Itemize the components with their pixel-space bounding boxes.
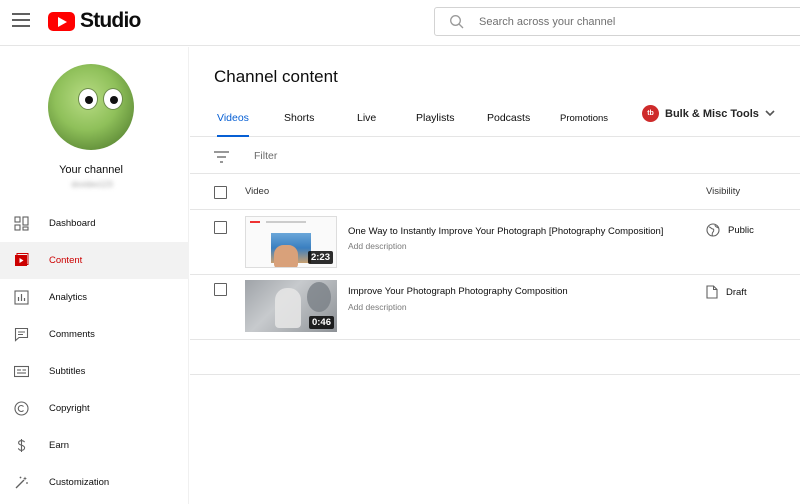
sidebar-item-subtitles[interactable]: Subtitles xyxy=(0,353,189,390)
channel-handle: dovideo123 xyxy=(71,180,113,189)
filter-bar: Filter xyxy=(190,138,800,174)
dashboard-icon xyxy=(13,216,29,232)
bulk-tools-label: Bulk & Misc Tools xyxy=(665,107,759,120)
thumbnail-figure xyxy=(275,288,301,328)
sidebar-item-comments[interactable]: Comments xyxy=(0,316,189,353)
video-thumbnail[interactable]: 0:46 xyxy=(245,280,337,332)
video-title[interactable]: One Way to Instantly Improve Your Photog… xyxy=(348,226,680,237)
sidebar-item-label: Content xyxy=(49,255,83,266)
menu-icon[interactable] xyxy=(12,13,30,27)
tab-shorts[interactable]: Shorts xyxy=(284,112,314,137)
comments-icon xyxy=(13,327,29,343)
row-checkbox[interactable] xyxy=(214,221,227,234)
sidebar-item-label: Customization xyxy=(49,477,110,488)
sidebar-item-label: Copyright xyxy=(49,403,90,414)
row-checkbox[interactable] xyxy=(214,283,227,296)
filter-input[interactable]: Filter xyxy=(254,150,277,162)
tab-promotions[interactable]: Promotions xyxy=(560,113,608,138)
youtube-play-icon xyxy=(48,11,75,31)
thumbnail-hand xyxy=(274,245,298,267)
tab-live[interactable]: Live xyxy=(357,112,376,137)
column-header-video: Video xyxy=(245,186,270,197)
main-content: Channel content Videos Shorts Live Playl… xyxy=(190,47,800,504)
thumbnail-detail xyxy=(250,221,260,223)
video-description[interactable]: Add description xyxy=(348,302,407,312)
visibility-status[interactable]: Public xyxy=(706,223,754,237)
table-header: Video Visibility xyxy=(190,174,800,210)
customization-icon xyxy=(13,475,29,491)
sidebar-item-earn[interactable]: Earn xyxy=(0,427,189,464)
sidebar-nav: Dashboard Content Analytics Comments Sub… xyxy=(0,205,189,501)
sidebar-item-label: Analytics xyxy=(49,292,88,303)
copyright-icon xyxy=(13,401,29,417)
sidebar-item-label: Subtitles xyxy=(49,366,86,377)
video-thumbnail[interactable]: 2:23 xyxy=(245,216,337,268)
channel-label: Your channel xyxy=(59,164,123,176)
content-icon xyxy=(13,253,29,269)
sidebar-item-label: Dashboard xyxy=(49,218,96,229)
tubebuddy-icon: tb xyxy=(642,105,659,122)
earn-icon xyxy=(13,438,29,454)
table-row[interactable]: 2:23 One Way to Instantly Improve Your P… xyxy=(190,210,800,275)
sidebar-item-customization[interactable]: Customization xyxy=(0,464,189,501)
sidebar: Your channel dovideo123 Dashboard Conten… xyxy=(0,47,189,504)
thumbnail-detail xyxy=(307,282,331,312)
search-box[interactable] xyxy=(434,7,800,36)
filter-icon[interactable] xyxy=(214,151,229,163)
page-title: Channel content xyxy=(214,67,338,86)
top-bar: Studio xyxy=(0,0,800,46)
avatar-eye-right xyxy=(103,88,123,110)
sidebar-item-dashboard[interactable]: Dashboard xyxy=(0,205,189,242)
sidebar-item-analytics[interactable]: Analytics xyxy=(0,279,189,316)
video-description[interactable]: Add description xyxy=(348,241,407,251)
subtitles-icon xyxy=(13,364,29,380)
select-all-checkbox[interactable] xyxy=(214,186,227,199)
table-footer xyxy=(190,339,800,375)
table-row[interactable]: 0:46 Improve Your Photograph Photography… xyxy=(190,275,800,340)
draft-icon xyxy=(706,285,718,299)
tab-podcasts[interactable]: Podcasts xyxy=(487,112,530,137)
bulk-tools-button[interactable]: tb Bulk & Misc Tools xyxy=(642,105,775,122)
tab-playlists[interactable]: Playlists xyxy=(416,112,455,137)
visibility-label: Draft xyxy=(726,286,747,298)
studio-logo[interactable]: Studio xyxy=(48,9,141,33)
logo-text: Studio xyxy=(80,9,141,32)
visibility-status[interactable]: Draft xyxy=(706,285,747,299)
visibility-label: Public xyxy=(728,224,754,236)
globe-icon xyxy=(706,223,720,237)
analytics-icon xyxy=(13,290,29,306)
sidebar-item-content[interactable]: Content xyxy=(0,242,189,279)
column-header-visibility[interactable]: Visibility xyxy=(706,186,740,197)
sidebar-item-copyright[interactable]: Copyright xyxy=(0,390,189,427)
search-icon xyxy=(450,14,464,28)
chevron-down-icon xyxy=(765,110,775,117)
video-duration: 0:46 xyxy=(308,316,334,329)
video-title[interactable]: Improve Your Photograph Photography Comp… xyxy=(348,286,680,297)
sidebar-item-label: Comments xyxy=(49,329,95,340)
tab-videos[interactable]: Videos xyxy=(217,112,249,137)
sidebar-item-label: Earn xyxy=(49,440,70,451)
avatar-eye-left xyxy=(78,88,98,110)
thumbnail-detail xyxy=(266,221,306,223)
channel-avatar[interactable] xyxy=(48,64,134,150)
video-duration: 2:23 xyxy=(307,251,333,264)
search-input[interactable] xyxy=(479,15,779,28)
